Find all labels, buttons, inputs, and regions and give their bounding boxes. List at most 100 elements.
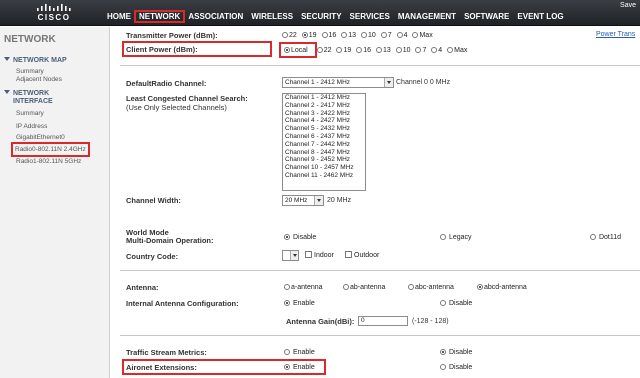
default-radio-channel-note: Channel 0 0 MHz — [396, 79, 451, 86]
sidebar-section-label-line2: INTERFACE — [13, 98, 53, 105]
channel-option[interactable]: Channel 4 - 2427 MHz — [283, 117, 365, 125]
world-mode-disable[interactable]: Disable — [284, 233, 316, 242]
nav-security[interactable]: SECURITY — [298, 12, 344, 21]
chevron-down-icon — [384, 78, 393, 87]
nav-wireless[interactable]: WIRELESS — [248, 12, 296, 21]
channel-option[interactable]: Channel 1 - 2412 MHz — [283, 94, 365, 102]
tx-power-option-10[interactable]: 10 — [361, 32, 376, 39]
cisco-logo: CISCO — [34, 3, 74, 23]
internal-antenna-disable[interactable]: Disable — [440, 299, 472, 308]
nav-association[interactable]: ASSOCIATION — [185, 12, 246, 21]
country-code-label: Country Code: — [126, 252, 179, 261]
antenna-gain-input[interactable]: 0 — [358, 316, 408, 326]
sidebar-item-gigabitethernet0[interactable]: GigabitEthernet0 — [16, 133, 65, 142]
chevron-down-icon — [314, 196, 323, 205]
chevron-down-icon — [290, 251, 298, 260]
tx-power-option-16[interactable]: 16 — [321, 32, 336, 39]
world-mode-legacy[interactable]: Legacy — [440, 233, 472, 242]
tx-power-option-max[interactable]: Max — [412, 32, 433, 39]
client-power-label: Client Power (dBm): — [126, 45, 198, 54]
sidebar: NETWORK NETWORK MAP Summary Adjacent Nod… — [0, 27, 110, 378]
channel-option[interactable]: Channel 10 - 2457 MHz — [283, 164, 365, 172]
world-mode-dot11d[interactable]: Dot11d — [590, 233, 621, 242]
internal-antenna-label: Internal Antenna Configuration: — [126, 299, 239, 308]
channel-width-label: Channel Width: — [126, 196, 181, 205]
logo-text: CISCO — [37, 13, 71, 22]
tx-power-option-7[interactable]: 7 — [380, 32, 392, 39]
antenna-gain-label: Antenna Gain(dBi): — [286, 317, 355, 326]
traffic-stream-enable[interactable]: Enable — [284, 348, 315, 357]
channel-option[interactable]: Channel 9 - 2452 MHz — [283, 156, 365, 164]
channel-option[interactable]: Channel 7 - 2442 MHz — [283, 141, 365, 149]
channel-option[interactable]: Channel 11 - 2462 MHz — [283, 172, 365, 180]
channel-option[interactable]: Channel 5 - 2432 MHz — [283, 125, 365, 133]
nav-event-log[interactable]: EVENT LOG — [514, 12, 566, 21]
tx-power-option-22[interactable]: 22 — [282, 32, 297, 39]
antenna-gain-range: (-128 - 128) — [412, 318, 449, 325]
sidebar-item-radio1[interactable]: Radio1-802.11N 5GHz — [16, 157, 81, 166]
transmitter-power-label: Transmitter Power (dBm): — [126, 31, 218, 40]
tx-power-option-19[interactable]: 19 — [301, 32, 317, 39]
save-link[interactable]: Save — [620, 2, 636, 9]
outdoor-checkbox[interactable]: Outdoor — [345, 251, 379, 260]
nav-software[interactable]: SOFTWARE — [461, 12, 512, 21]
world-mode-sublabel: Multi-Domain Operation: — [126, 236, 214, 245]
channel-option[interactable]: Channel 8 - 2447 MHz — [283, 149, 365, 157]
nav-management[interactable]: MANAGEMENT — [395, 12, 459, 21]
section-divider — [120, 270, 640, 271]
least-congested-sublabel: (Use Only Selected Channels) — [126, 103, 227, 112]
tx-power-option-4[interactable]: 4 — [396, 32, 408, 39]
nav-services[interactable]: SERVICES — [347, 12, 393, 21]
default-radio-channel-select[interactable]: Channel 1 - 2412 MHz — [282, 77, 394, 88]
client-power-option-4[interactable]: 4 — [431, 47, 442, 54]
client-power-option-local[interactable]: Local — [284, 47, 308, 54]
client-power-option-13[interactable]: 13 — [375, 47, 391, 54]
antenna-option-abcd[interactable]: abcd-antenna — [477, 283, 527, 292]
antenna-option-abc[interactable]: abc-antenna — [408, 283, 454, 292]
indoor-checkbox[interactable]: Indoor — [305, 251, 334, 260]
least-congested-channel-list[interactable]: Channel 1 - 2412 MHz Channel 2 - 2417 MH… — [282, 93, 366, 191]
traffic-stream-label: Traffic Stream Metrics: — [126, 348, 207, 357]
sidebar-item-radio0[interactable]: Radio0-802.11N 2.4GHz — [11, 142, 90, 157]
channel-width-select[interactable]: 20 MHz — [282, 195, 324, 206]
country-code-select[interactable] — [282, 250, 299, 261]
sidebar-item-ip-address[interactable]: IP Address — [16, 122, 47, 131]
sidebar-item-interface-summary[interactable]: Summary — [16, 109, 44, 118]
nav-home[interactable]: HOME — [104, 12, 134, 21]
client-power-options: Local 22 19 16 13 10 7 4 Max — [284, 46, 470, 55]
default-radio-channel-label: DefaultRadio Channel: — [126, 79, 207, 88]
channel-width-note: 20 MHz — [327, 197, 352, 204]
transmitter-power-options: 22 19 16 13 10 7 4 Max — [282, 31, 436, 40]
nav-network[interactable]: NETWORK — [133, 10, 186, 23]
aironet-enable[interactable]: Enable — [284, 363, 315, 372]
least-congested-label: Least Congested Channel Search: — [126, 94, 248, 103]
aironet-disable[interactable]: Disable — [440, 363, 472, 372]
sidebar-item-adjacent-nodes[interactable]: Adjacent Nodes — [16, 75, 62, 84]
radio-settings-form: Transmitter Power (dBm): 22 19 16 13 10 … — [112, 27, 640, 378]
channel-option[interactable]: Channel 2 - 2417 MHz — [283, 102, 365, 110]
traffic-stream-disable[interactable]: Disable — [440, 348, 472, 357]
client-power-option-10[interactable]: 10 — [395, 47, 410, 54]
antenna-option-a[interactable]: a-antenna — [284, 283, 323, 292]
tx-power-option-13[interactable]: 13 — [341, 32, 356, 39]
client-power-option-19[interactable]: 19 — [336, 47, 351, 54]
main-nav: HOME NETWORK ASSOCIATION WIRELESS SECURITY SE… — [104, 10, 569, 24]
client-power-option-7[interactable]: 7 — [415, 47, 426, 54]
channel-option[interactable]: Channel 6 - 2437 MHz — [283, 133, 365, 141]
section-divider — [120, 65, 640, 66]
channel-option[interactable]: Channel 3 - 2422 MHz — [283, 110, 365, 118]
expand-triangle-icon — [4, 90, 10, 94]
internal-antenna-enable[interactable]: Enable — [284, 299, 315, 308]
sidebar-title: NETWORK — [4, 34, 56, 45]
section-divider — [120, 335, 640, 336]
client-power-option-max[interactable]: Max — [447, 47, 467, 54]
top-navigation-bar: CISCO HOME NETWORK ASSOCIATION WIRELESS SECU… — [0, 0, 640, 26]
client-power-option-22[interactable]: 22 — [316, 47, 331, 54]
antenna-label: Antenna: — [126, 283, 159, 292]
sidebar-section-network-map[interactable]: NETWORK MAP — [4, 56, 67, 65]
client-power-option-16[interactable]: 16 — [356, 47, 371, 54]
power-translation-link[interactable]: Power Trans — [596, 31, 635, 38]
cisco-bars-icon — [37, 4, 71, 11]
expand-triangle-icon — [4, 57, 10, 61]
antenna-option-ab[interactable]: ab-antenna — [343, 283, 385, 292]
